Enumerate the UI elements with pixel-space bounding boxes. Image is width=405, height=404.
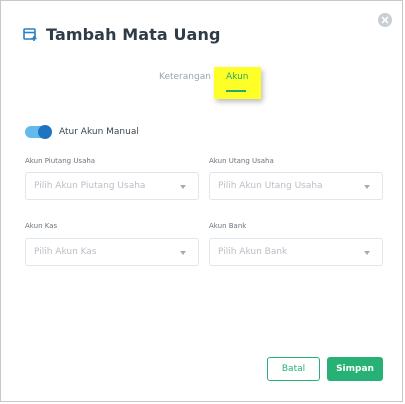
chevron-down-icon — [364, 185, 370, 189]
utang-select[interactable]: Pilih Akun Utang Usaha — [209, 172, 383, 200]
page-title: Tambah Mata Uang — [46, 24, 221, 44]
piutang-select[interactable]: Pilih Akun Piutang Usaha — [25, 172, 199, 200]
tab-keterangan[interactable]: Keterangan — [159, 72, 211, 82]
bank-placeholder: Pilih Akun Bank — [218, 247, 288, 257]
piutang-placeholder: Pilih Akun Piutang Usaha — [34, 181, 146, 191]
bank-select[interactable]: Pilih Akun Bank — [209, 238, 383, 266]
chevron-down-icon — [364, 251, 370, 255]
close-icon — [381, 16, 389, 24]
kas-label: Akun Kas — [25, 222, 58, 230]
tab-bar: Keterangan Akun — [1, 67, 404, 101]
chevron-down-icon — [180, 251, 186, 255]
dialog-header: Tambah Mata Uang — [23, 23, 221, 45]
active-tab-indicator — [226, 90, 246, 92]
utang-placeholder: Pilih Akun Utang Usaha — [218, 181, 323, 191]
piutang-label: Akun Piutang Usaha — [25, 157, 96, 165]
tab-akun[interactable]: Akun — [214, 67, 261, 99]
cancel-button[interactable]: Batal — [267, 357, 320, 381]
save-button[interactable]: Simpan — [327, 357, 383, 381]
kas-placeholder: Pilih Akun Kas — [34, 247, 97, 257]
toggle-label: Atur Akun Manual — [59, 127, 139, 137]
currency-add-icon — [23, 27, 38, 42]
toggle-knob — [38, 125, 52, 139]
bank-label: Akun Bank — [209, 222, 247, 230]
tab-akun-label: Akun — [226, 72, 249, 82]
manual-account-toggle-row: Atur Akun Manual — [25, 125, 139, 139]
chevron-down-icon — [180, 185, 186, 189]
utang-label: Akun Utang Usaha — [209, 157, 274, 165]
kas-select[interactable]: Pilih Akun Kas — [25, 238, 199, 266]
manual-account-toggle[interactable] — [25, 125, 52, 139]
dialog: Tambah Mata Uang Keterangan Akun Atur Ak… — [0, 0, 403, 402]
close-button[interactable] — [378, 13, 392, 27]
